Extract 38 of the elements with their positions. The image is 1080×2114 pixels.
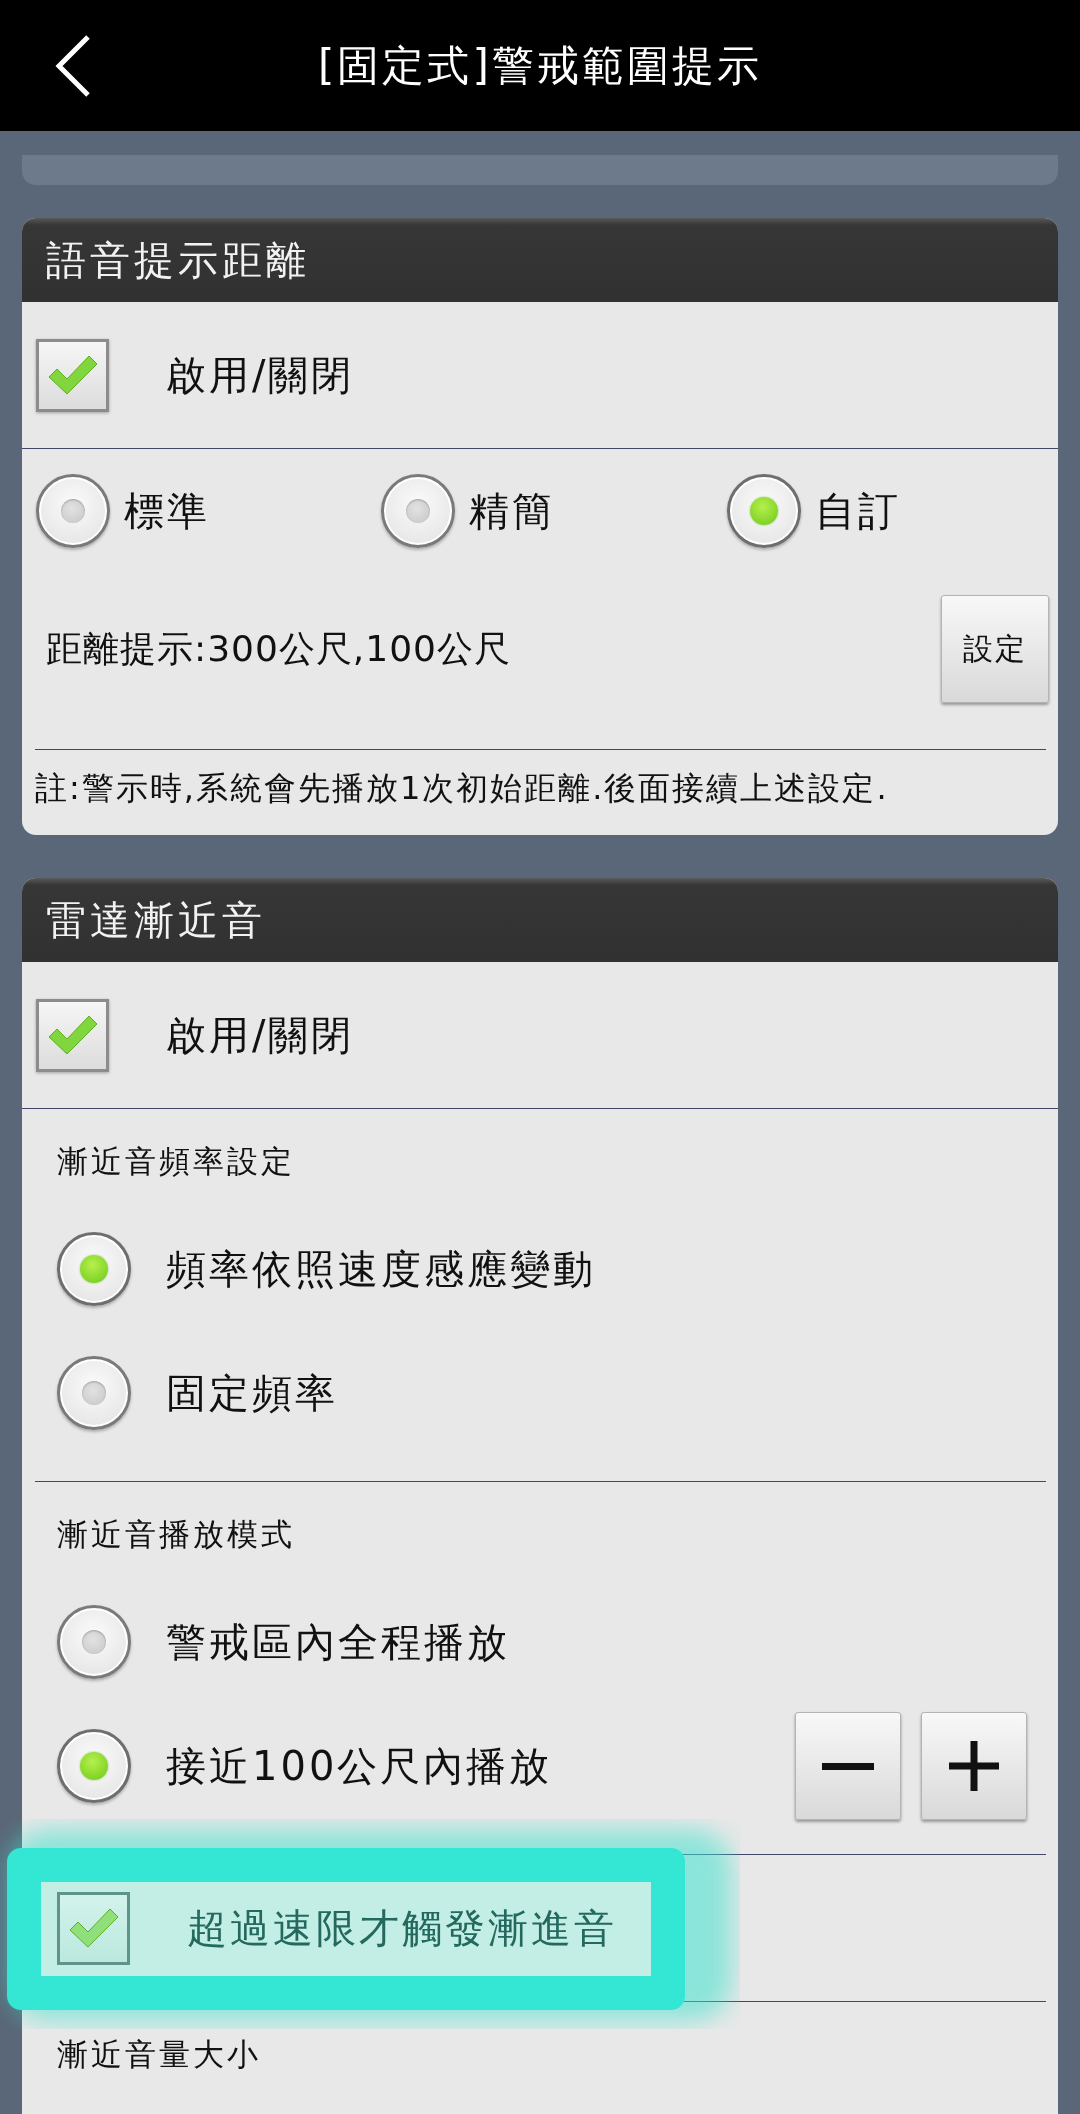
section-header: 語音提示距離 (22, 218, 1058, 302)
radio-label: 標準 (124, 486, 210, 536)
screen-title: [固定式]警戒範圍提示 (318, 39, 762, 92)
chevron-left-icon (55, 34, 91, 97)
radio-button[interactable] (57, 1729, 131, 1803)
set-button[interactable]: 設定 (941, 595, 1049, 703)
checkbox-label: 啟用/關閉 (166, 350, 355, 400)
checkbox-label: 超過速限才觸發漸進音 (187, 1903, 617, 1953)
increase-button[interactable] (921, 1712, 1027, 1820)
checkmark-icon (68, 1908, 119, 1948)
radio-button[interactable] (727, 474, 801, 548)
group-heading: 漸近音量大小 (57, 2035, 261, 2074)
radio-button[interactable] (381, 474, 455, 548)
group-heading: 漸近音播放模式 (57, 1515, 295, 1554)
radio-label: 警戒區內全程播放 (166, 1617, 510, 1667)
back-button[interactable] (55, 34, 91, 97)
radio-label: 固定頻率 (166, 1368, 338, 1418)
radio-label: 自訂 (815, 486, 901, 536)
radio-button[interactable] (57, 1356, 131, 1430)
checkbox-label: 啟用/關閉 (166, 1010, 355, 1060)
radio-label: 精簡 (469, 486, 555, 536)
plus-icon (949, 1741, 999, 1791)
checkmark-icon (47, 1015, 98, 1055)
checkbox[interactable] (36, 998, 109, 1072)
section-header: 雷達漸近音 (22, 878, 1058, 962)
checkmark-icon (47, 355, 98, 395)
radio-button[interactable] (57, 1605, 131, 1679)
checkbox[interactable] (36, 338, 109, 412)
radio-label: 接近100公尺內播放 (166, 1741, 553, 1791)
radio-button[interactable] (57, 1232, 131, 1306)
radio-label: 頻率依照速度感應變動 (166, 1244, 596, 1294)
distance-text: 距離提示:300公尺,100公尺 (46, 626, 511, 671)
radio-button[interactable] (36, 474, 110, 548)
minus-icon (822, 1762, 874, 1770)
decrease-button[interactable] (795, 1712, 901, 1820)
group-heading: 漸近音頻率設定 (57, 1142, 295, 1181)
checkbox[interactable] (57, 1891, 130, 1965)
note-text: 註:警示時,系統會先播放1次初始距離.後面接續上述設定. (35, 768, 889, 808)
